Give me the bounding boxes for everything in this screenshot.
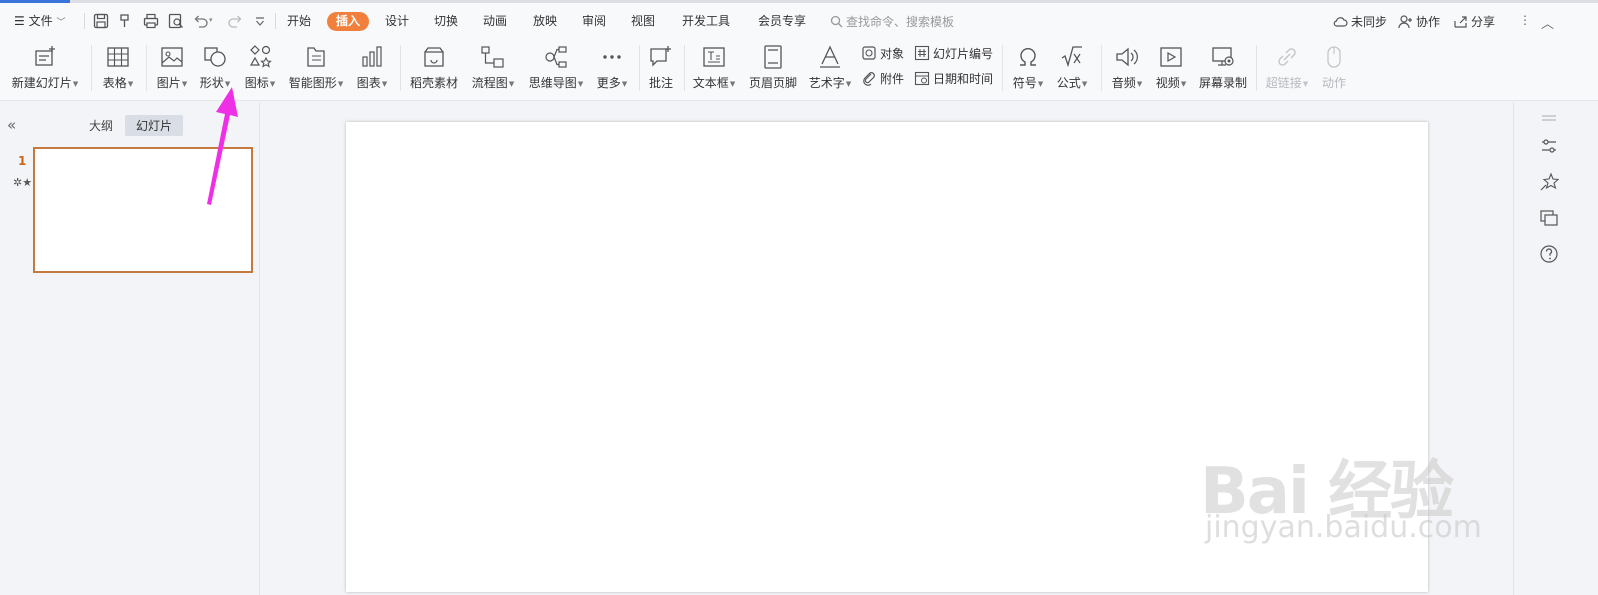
- hash-icon: [914, 45, 930, 61]
- flowchart-icon: [481, 46, 504, 68]
- undo-icon[interactable]: [192, 12, 210, 30]
- tab-review[interactable]: 审阅: [582, 13, 606, 29]
- user-add-icon: [1398, 15, 1412, 29]
- omega-icon: [1020, 47, 1036, 66]
- symbol-button[interactable]: 符号▼: [1008, 41, 1048, 97]
- speaker-icon: [1116, 47, 1138, 67]
- chevron-down-icon: ﹀: [56, 18, 66, 28]
- video-icon: [1160, 47, 1182, 67]
- collapse-ribbon-icon[interactable]: ︿: [1541, 13, 1554, 32]
- screen-record-icon: [1212, 47, 1234, 66]
- smartart-icon: [307, 47, 325, 67]
- flowchart-button[interactable]: 流程图▼: [468, 41, 518, 97]
- format-painter-icon[interactable]: [117, 12, 135, 30]
- file-menu[interactable]: ☰ 文件 ﹀: [14, 13, 65, 31]
- comment-button[interactable]: 批注: [645, 41, 677, 97]
- tab-transitions[interactable]: 切换: [434, 13, 458, 29]
- animation-pane-icon[interactable]: [1539, 172, 1560, 192]
- picture-button[interactable]: 图片▼: [152, 41, 192, 97]
- more-menu-icon[interactable]: ⋮: [1519, 13, 1531, 27]
- redo-icon[interactable]: [226, 12, 244, 30]
- store-icon: [424, 47, 444, 67]
- pane-grip-icon[interactable]: [1539, 108, 1559, 121]
- collaborate-button[interactable]: 协作: [1398, 13, 1440, 30]
- icon-button[interactable]: 图标▼: [240, 41, 280, 97]
- header-footer-button[interactable]: 页眉页脚: [746, 41, 800, 97]
- header-footer-icon: [764, 45, 782, 69]
- shape-icon: [204, 47, 226, 67]
- print-icon[interactable]: [142, 12, 160, 30]
- audio-button[interactable]: 音频▼: [1107, 41, 1147, 97]
- slide-switch-icon[interactable]: [1539, 208, 1559, 228]
- formula-icon: [1061, 46, 1082, 68]
- mindmap-icon: [545, 46, 567, 68]
- picture-icon: [161, 47, 183, 67]
- wordart-icon: [820, 45, 840, 68]
- tab-design[interactable]: 设计: [385, 13, 409, 29]
- tab-insert[interactable]: 插入: [327, 12, 370, 31]
- tab-view[interactable]: 视图: [631, 13, 655, 29]
- smartart-button[interactable]: 智能图形▼: [286, 41, 346, 97]
- slide-number-button[interactable]: 幻灯片编号: [914, 45, 993, 63]
- animation-star-icon: ✲★: [13, 176, 33, 189]
- tab-home[interactable]: 开始: [287, 13, 311, 29]
- video-button[interactable]: 视频▼: [1151, 41, 1191, 97]
- wordart-button[interactable]: 艺术字▼: [806, 41, 854, 97]
- watermark-url: jingyan.baidu.com: [1205, 510, 1482, 545]
- cloud-icon: [1333, 17, 1348, 27]
- screen-record-button[interactable]: 屏幕录制: [1196, 41, 1250, 97]
- object-icon: [862, 46, 876, 60]
- tab-animations[interactable]: 动画: [483, 13, 507, 29]
- chart-icon: [362, 46, 382, 67]
- search-icon: [830, 15, 843, 28]
- menu-bar: ☰ 文件 ﹀ ▾ 开始 插入 设计 切换 动画 放映 审阅 视图 开发工具 会员…: [0, 3, 1598, 37]
- new-slide-button[interactable]: 新建幻灯片▼: [8, 41, 82, 97]
- mouse-icon: [1327, 46, 1341, 68]
- chart-button[interactable]: 图表▼: [352, 41, 392, 97]
- textbox-icon: [703, 47, 725, 67]
- docer-material-button[interactable]: 稻壳素材: [406, 41, 462, 97]
- print-preview-icon[interactable]: [167, 12, 185, 30]
- mindmap-button[interactable]: 思维导图▼: [525, 41, 587, 97]
- customize-quick-access-icon[interactable]: [251, 12, 269, 30]
- hamburger-icon: ☰: [14, 14, 25, 28]
- icons-library-icon: [249, 45, 272, 68]
- formula-button[interactable]: 公式▼: [1052, 41, 1092, 97]
- table-button[interactable]: 表格▼: [98, 41, 138, 97]
- tab-developer[interactable]: 开发工具: [682, 13, 730, 29]
- calendar-clock-icon: [914, 71, 930, 86]
- collapse-panel-icon[interactable]: «: [7, 116, 16, 134]
- comment-icon: [650, 46, 671, 67]
- action-button[interactable]: 动作: [1318, 41, 1350, 97]
- datetime-button[interactable]: 日期和时间: [914, 70, 993, 88]
- command-search[interactable]: 查找命令、搜索模板: [830, 13, 954, 30]
- right-task-pane: [1513, 102, 1598, 595]
- tab-member[interactable]: 会员专享: [758, 13, 806, 29]
- paperclip-icon: [863, 72, 875, 86]
- new-slide-icon: [35, 46, 55, 66]
- table-icon: [107, 47, 129, 67]
- properties-icon[interactable]: [1539, 136, 1559, 156]
- save-icon[interactable]: [92, 12, 110, 30]
- attachment-button[interactable]: 附件: [861, 70, 904, 88]
- pointer-arrow-annotation: [207, 87, 238, 205]
- tab-outline[interactable]: 大纲: [84, 116, 118, 135]
- tab-slides[interactable]: 幻灯片: [125, 115, 184, 136]
- share-button[interactable]: 分享: [1453, 13, 1495, 30]
- slide-number-label: 1: [18, 154, 27, 168]
- sync-status[interactable]: 未同步: [1333, 13, 1387, 30]
- hyperlink-button[interactable]: 超链接▼: [1263, 41, 1311, 97]
- help-icon[interactable]: [1539, 244, 1559, 264]
- share-icon: [1454, 16, 1467, 28]
- link-icon: [1278, 48, 1296, 66]
- textbox-button[interactable]: 文本框▼: [690, 41, 738, 97]
- undo-dropdown-icon[interactable]: ▾: [209, 16, 217, 34]
- tab-slideshow[interactable]: 放映: [533, 13, 557, 29]
- ellipsis-icon: [603, 55, 621, 59]
- more-button[interactable]: 更多▼: [592, 41, 632, 97]
- object-button[interactable]: 对象: [861, 45, 904, 63]
